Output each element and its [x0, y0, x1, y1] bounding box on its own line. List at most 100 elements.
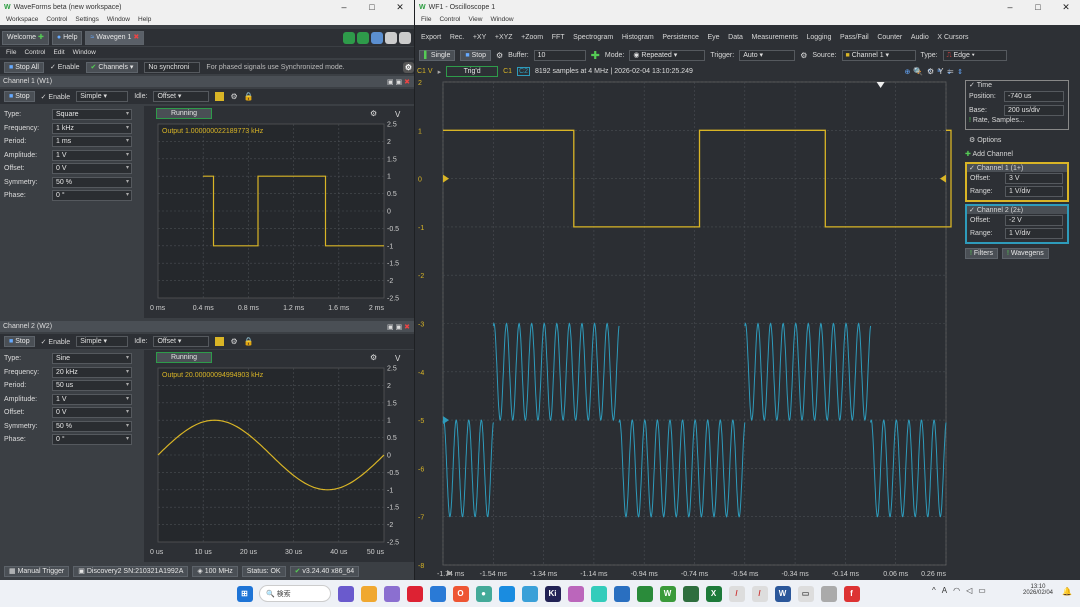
ch1-mode-dropdown[interactable]: Simple ▾ [76, 91, 129, 102]
minimize-icon[interactable]: – [330, 2, 358, 13]
clock-button[interactable]: ◈ 100 MHz [192, 566, 238, 577]
tab-close-icon[interactable]: ✖ [133, 34, 139, 41]
ch1-settings-title[interactable]: ✓ Channel 1 (1+) [967, 164, 1067, 172]
store-icon[interactable] [429, 585, 446, 602]
sync-dropdown[interactable]: No synchroni [144, 61, 201, 73]
ch1-prop-value[interactable]: 1 kHz [52, 122, 132, 134]
view-tool-rec-[interactable]: Rec. [450, 34, 464, 41]
ch1-prop-value[interactable]: 50 % [52, 176, 132, 188]
layout-icon[interactable] [357, 31, 369, 44]
wg-menu-file[interactable]: File [6, 49, 16, 56]
view-tool-fft[interactable]: FFT [552, 34, 565, 41]
stop-all-button[interactable]: ■ Stop All [4, 61, 44, 73]
app-icon-11[interactable] [567, 585, 584, 602]
menu-window[interactable]: Window [107, 16, 130, 23]
view-tool--xyz[interactable]: +XYZ [495, 34, 513, 41]
ch1-idle-dropdown[interactable]: Offset ▾ [153, 91, 210, 102]
scope-maximize-icon[interactable]: □ [1024, 2, 1052, 13]
time-title[interactable]: ✓ Time [966, 81, 1068, 89]
ch1-window-controls[interactable]: ▣ ▣ ✖ [387, 78, 410, 86]
tray-overflow-icon[interactable]: ^ [932, 586, 936, 595]
view-tool--zoom[interactable]: +Zoom [521, 34, 543, 41]
acq-gear-icon[interactable]: ⚙ [496, 51, 503, 60]
ch2-range-input[interactable]: 1 V/div [1005, 228, 1063, 239]
edge-beta-icon[interactable] [521, 585, 538, 602]
scope-close-icon[interactable]: ✕ [1052, 2, 1080, 13]
tab-help[interactable]: ● Help [51, 30, 83, 45]
taskbar-search[interactable]: 🔍 検索 [259, 585, 331, 602]
wg-menu-control[interactable]: Control [24, 49, 45, 56]
stop-button[interactable]: ■ Stop [460, 49, 491, 61]
search-icon[interactable]: 🔍 [913, 67, 923, 76]
ch1-prop-value[interactable]: 1 ms [52, 136, 132, 148]
ch2-gear-icon[interactable]: ⚙ [230, 337, 237, 346]
file-explorer-icon[interactable] [360, 585, 377, 602]
widgets-icon[interactable] [337, 585, 354, 602]
dock-icon[interactable] [371, 31, 383, 44]
position-input[interactable]: -740 us [1004, 90, 1064, 102]
view-tool-logging[interactable]: Logging [806, 34, 831, 41]
menu-control[interactable]: Control [46, 16, 67, 23]
status-button[interactable]: Status: OK [241, 566, 286, 577]
run-icon[interactable] [343, 31, 355, 44]
ch2-prop-value[interactable]: 50 % [52, 420, 132, 432]
view-tool--xy[interactable]: +XY [473, 34, 486, 41]
version-button[interactable]: ✔ v3.24.40 x86_64 [289, 566, 360, 577]
close-icon[interactable]: ✕ [386, 2, 414, 13]
scope-menu-control[interactable]: Control [439, 16, 460, 23]
ime-icon[interactable]: A [942, 586, 947, 595]
filters-tab[interactable]: ! Filters [965, 248, 998, 259]
tab-wavegen[interactable]: ≈ Wavegen 1 ✖ [85, 30, 145, 45]
waveforms-taskbar-icon[interactable]: W [659, 585, 676, 602]
app-icon-23[interactable]: f [843, 585, 860, 602]
ch1-gear-icon[interactable]: ⚙ [230, 92, 237, 101]
battery-icon[interactable]: ▭ [978, 586, 986, 595]
view-tool-spectrogram[interactable]: Spectrogram [573, 34, 613, 41]
app-icon-21[interactable]: ▭ [797, 585, 814, 602]
app-icon-12[interactable] [590, 585, 607, 602]
base-input[interactable]: 200 us/div [1004, 104, 1064, 116]
wg-menu-window[interactable]: Window [73, 49, 96, 56]
device-button[interactable]: ▣ Discovery2 SN:210321A1992A [73, 566, 189, 577]
ch2-mode-dropdown[interactable]: Simple ▾ [76, 336, 129, 347]
ch2-prop-value[interactable]: 0 ° [52, 434, 132, 446]
edge-icon-app[interactable] [498, 585, 515, 602]
type-dropdown[interactable]: ⎍ Edge ▾ [942, 49, 1007, 61]
scope-settings-icon[interactable]: ⚙ [927, 67, 934, 76]
ch2-prop-value[interactable]: 50 us [52, 380, 132, 392]
ch1-prop-value[interactable]: Square [52, 109, 132, 121]
ch1-stop-button[interactable]: ■ Stop [4, 91, 35, 102]
scope-menu-window[interactable]: Window [490, 16, 513, 23]
trigger-gear-icon[interactable]: ⚙ [800, 51, 807, 60]
view-tool-data[interactable]: Data [728, 34, 743, 41]
buffer-input[interactable]: 10 [533, 49, 586, 61]
app-icon-19[interactable]: / [751, 585, 768, 602]
app-icon-13[interactable] [613, 585, 630, 602]
view-tool-measurements[interactable]: Measurements [752, 34, 798, 41]
ch1-range-input[interactable]: 1 V/div [1005, 186, 1063, 197]
view-tool-x-cursors[interactable]: X Cursors [937, 34, 968, 41]
app-icon-14[interactable] [636, 585, 653, 602]
wifi-icon[interactable]: ◠ [953, 586, 960, 595]
view-tool-export[interactable]: Export [421, 34, 441, 41]
ch1-lock-icon[interactable]: 🔒 [244, 92, 254, 101]
view-tool-histogram[interactable]: Histogram [622, 34, 654, 41]
maximize-icon[interactable]: □ [358, 2, 386, 13]
ch2-settings-title[interactable]: ✓ Channel 2 (2±) [967, 206, 1067, 214]
menu-workspace[interactable]: Workspace [6, 16, 38, 23]
word-icon[interactable]: W [774, 585, 791, 602]
collapse-icon[interactable]: ═ [947, 67, 953, 76]
start-icon[interactable]: ⊞ [236, 585, 253, 602]
scope-menu-file[interactable]: File [421, 16, 431, 23]
app-icon-18[interactable]: / [728, 585, 745, 602]
view-tool-counter[interactable]: Counter [877, 34, 902, 41]
menu-help[interactable]: Help [138, 16, 151, 23]
trigger-dropdown[interactable]: Auto ▾ [739, 49, 796, 61]
source-dropdown[interactable]: ■ Channel 1 ▾ [841, 49, 916, 61]
ch1-prop-value[interactable]: 0 ° [52, 190, 132, 202]
excel-icon[interactable]: X [705, 585, 722, 602]
ch2-idle-dropdown[interactable]: Offset ▾ [153, 336, 210, 347]
ch2-prop-value[interactable]: 0 V [52, 407, 132, 419]
ch2-enable-checkbox[interactable]: ✓ Enable [41, 338, 71, 346]
menu-settings[interactable]: Settings [75, 16, 99, 23]
